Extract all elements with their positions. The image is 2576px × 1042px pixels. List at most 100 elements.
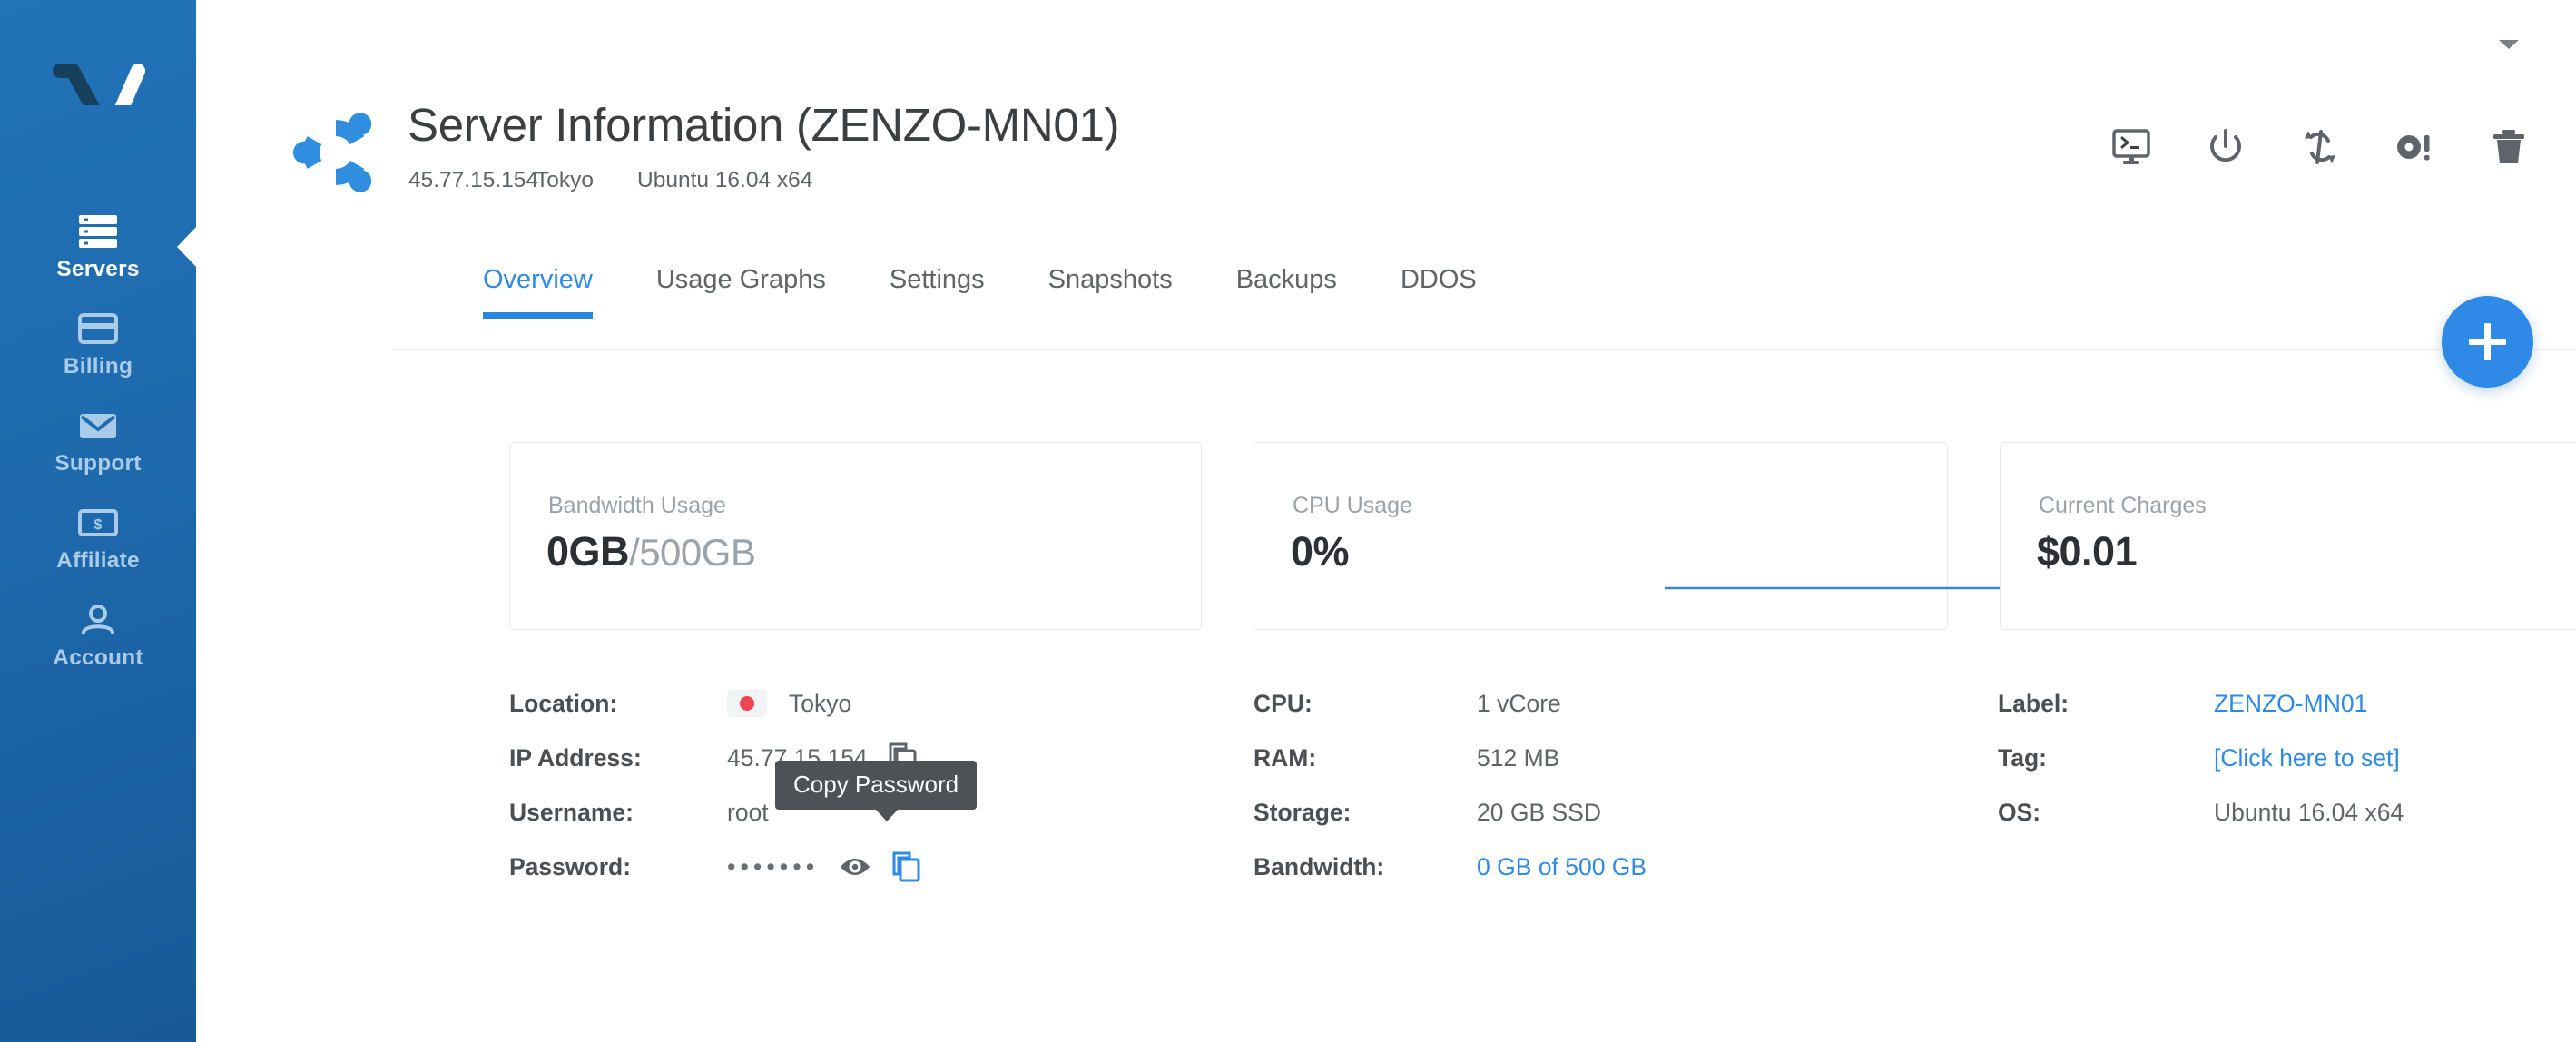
detail-row-ram: RAM: 512 MB — [1254, 731, 1998, 785]
copy-password-icon[interactable] — [891, 851, 921, 882]
sidebar-item-label: Support — [54, 451, 142, 476]
password-masked: ••••••• — [727, 852, 820, 880]
tag-set-link[interactable]: [Click here to set] — [2214, 744, 2400, 772]
detail-key: Password: — [509, 852, 632, 880]
sidebar-item-servers[interactable]: Servers — [0, 198, 197, 295]
add-server-button[interactable] — [2442, 296, 2533, 388]
account-icon — [79, 602, 117, 638]
detail-value-text: Tokyo — [789, 689, 852, 717]
tab-settings[interactable]: Settings — [890, 265, 985, 319]
power-icon[interactable] — [2206, 127, 2246, 167]
reinstall-icon[interactable] — [2394, 127, 2434, 167]
detail-value: Tokyo — [727, 690, 851, 718]
label-link[interactable]: ZENZO-MN01 — [2214, 690, 2367, 718]
detail-row-os: OS: Ubuntu 16.04 x64 — [1998, 785, 2404, 840]
tab-ddos[interactable]: DDOS — [1401, 265, 1477, 319]
detail-value: Ubuntu 16.04 x64 — [2214, 798, 2404, 826]
ubuntu-logo — [285, 102, 387, 203]
sidebar-item-label: Billing — [63, 354, 133, 378]
detail-row-password: Password: ••••••• — [509, 840, 1254, 894]
sidebar-item-affiliate[interactable]: $ Affiliate — [0, 489, 196, 586]
details-column-middle: CPU: 1 vCore RAM: 512 MB Storage: 20 GB … — [1254, 676, 1998, 894]
servers-icon — [77, 213, 119, 250]
copy-password-tooltip: Copy Password — [775, 761, 978, 821]
detail-row-bandwidth: Bandwidth: 0 GB of 500 GB — [1254, 840, 1998, 894]
detail-key: IP Address: — [509, 743, 642, 772]
meta-location: Tokyo — [536, 168, 595, 192]
card-value-main: 0% — [1291, 528, 1350, 575]
billing-icon — [78, 310, 118, 347]
sidebar-item-label: Affiliate — [56, 548, 140, 573]
detail-key: RAM: — [1254, 743, 1317, 772]
detail-value-text: root — [727, 798, 769, 826]
detail-row-tag: Tag: [Click here to set] — [1998, 731, 2404, 785]
card-label: Current Charges — [2039, 493, 2207, 518]
bandwidth-link[interactable]: 0 GB of 500 GB — [1477, 853, 1647, 881]
sidebar-item-billing[interactable]: Billing — [0, 295, 196, 392]
detail-row-label: Label: ZENZO-MN01 — [1998, 676, 2404, 731]
card-value: 0% — [1291, 528, 1350, 575]
detail-key: OS: — [1998, 798, 2041, 826]
svg-text:$: $ — [94, 517, 103, 533]
sidebar-nav: Servers Billing Support $ Affiliate Acco… — [0, 198, 197, 683]
cpu-sparkline — [1665, 579, 2019, 597]
sidebar-item-account[interactable]: Account — [0, 586, 196, 683]
plus-icon-cross — [2469, 339, 2506, 345]
tab-usage-graphs[interactable]: Usage Graphs — [656, 265, 826, 319]
tab-overview[interactable]: Overview — [483, 265, 593, 319]
detail-key: CPU: — [1254, 689, 1313, 717]
detail-row-cpu: CPU: 1 vCore — [1254, 676, 1998, 731]
detail-key: Storage: — [1254, 798, 1352, 826]
sidebar-item-support[interactable]: Support — [0, 392, 196, 489]
tabs-divider — [392, 349, 2576, 350]
detail-value: 512 MB — [1477, 743, 1560, 772]
detail-key: Username: — [509, 798, 634, 826]
detail-value: 1 vCore — [1477, 689, 1561, 717]
sidebar-item-label: Account — [53, 645, 143, 670]
detail-key: Location: — [509, 689, 618, 717]
card-value: 0GB/500GB — [546, 528, 756, 575]
meta-os: Ubuntu 16.04 x64 — [637, 168, 813, 192]
affiliate-icon: $ — [78, 505, 118, 541]
card-cpu-usage: CPU Usage 0% — [1254, 442, 2019, 630]
restart-icon[interactable] — [2300, 127, 2340, 167]
sidebar: Servers Billing Support $ Affiliate Acco… — [0, 0, 197, 1042]
trash-icon[interactable] — [2489, 127, 2529, 167]
page-title: Server Information (ZENZO-MN01) — [408, 99, 1120, 151]
detail-row-location: Location: Tokyo — [509, 676, 1254, 731]
vultr-logo[interactable] — [0, 34, 196, 149]
main-content: Server Information (ZENZO-MN01) 45.77.15… — [196, 0, 2576, 1042]
card-value-main: 0GB — [546, 528, 630, 575]
support-icon — [78, 408, 118, 444]
card-label: Bandwidth Usage — [548, 493, 726, 518]
eye-icon[interactable] — [839, 856, 871, 878]
tab-backups[interactable]: Backups — [1236, 265, 1337, 319]
server-actions — [2111, 127, 2529, 167]
card-value: $0.01 — [2037, 528, 2138, 575]
card-value-sub: /500GB — [629, 531, 756, 574]
server-meta: 45.77.15.154 Tokyo Ubuntu 16.04 x64 — [408, 168, 812, 193]
detail-key: Label: — [1998, 689, 2070, 717]
app-root: Servers Billing Support $ Affiliate Acco… — [0, 0, 2576, 1042]
vultr-logo-icon — [53, 64, 145, 149]
card-current-charges: Current Charges $0.01 — [2000, 442, 2576, 630]
detail-value: root — [727, 799, 769, 827]
meta-ip: 45.77.15.154 — [408, 168, 539, 192]
details-column-right: Label: ZENZO-MN01 Tag: [Click here to se… — [1998, 676, 2404, 894]
japan-flag-icon — [727, 690, 767, 717]
card-value-main: $0.01 — [2037, 528, 2138, 575]
detail-key: Tag: — [1998, 743, 2047, 772]
page-header: Server Information (ZENZO-MN01) 45.77.15… — [196, 0, 2576, 265]
detail-key: Bandwidth: — [1254, 852, 1385, 880]
tab-snapshots[interactable]: Snapshots — [1048, 265, 1173, 319]
card-bandwidth-usage: Bandwidth Usage 0GB/500GB — [509, 442, 1202, 630]
tab-bar: Overview Usage Graphs Settings Snapshots… — [483, 265, 1477, 319]
card-label: CPU Usage — [1293, 493, 1412, 518]
detail-value: 20 GB SSD — [1477, 798, 1601, 826]
console-icon[interactable] — [2111, 127, 2151, 167]
detail-row-storage: Storage: 20 GB SSD — [1254, 785, 1998, 840]
stat-cards: Bandwidth Usage 0GB/500GB CPU Usage 0% C… — [509, 442, 2576, 630]
detail-value: ••••••• — [727, 851, 921, 882]
sidebar-item-label: Servers — [56, 257, 140, 281]
active-notch — [177, 225, 197, 268]
